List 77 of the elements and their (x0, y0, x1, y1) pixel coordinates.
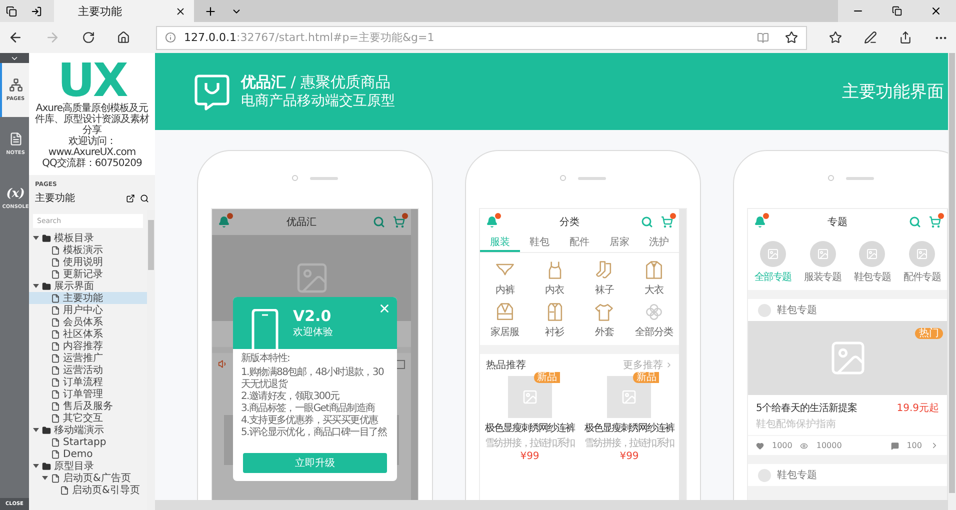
tree-item[interactable]: 更新记录 (29, 268, 147, 280)
page-title: 主要功能界面 (842, 81, 944, 103)
tree-item[interactable]: 使用说明 (29, 256, 147, 268)
feature-text: 2.邀请好友，领取300元 (241, 391, 340, 402)
product-desc: 雪纺拼接，拉链扣系扣 (485, 436, 574, 450)
qq-group-text: QQ交流群：60750209 (42, 158, 142, 169)
category-tab[interactable]: 配件 (560, 235, 600, 252)
feature-text: 4.支持更多优惠券，买买买更优惠 (241, 415, 379, 426)
topic-source: 鞋包专题 (777, 468, 817, 482)
tree-item[interactable]: 启动页&广告页 (29, 472, 147, 484)
tree-item[interactable]: 运营活动 (29, 364, 147, 376)
tree-item[interactable]: 订单流程 (29, 376, 147, 388)
category-label[interactable]: 内裤 (495, 283, 514, 297)
logo: UX (58, 57, 126, 103)
tree-item[interactable]: 运营推广 (29, 352, 147, 364)
new-badge: 新品 (633, 372, 660, 383)
current-page-title: 主要功能 (35, 192, 75, 205)
card-title: 5个给春天的生活新提案 (756, 402, 857, 415)
welcome-text: 欢迎体验 (293, 326, 333, 339)
tree-item[interactable]: 原型目录 (29, 460, 147, 472)
features-title: 新版本特性: (241, 353, 291, 365)
views-count: 10000 (816, 441, 842, 450)
tree-item[interactable]: 主要功能 (29, 292, 147, 304)
card-desc: 鞋包配饰保护指南 (756, 418, 837, 431)
tree-item[interactable]: 订单管理 (29, 388, 147, 400)
product-name: 极色显瘦刺绣网纱连裤 (584, 422, 674, 435)
card-price: 19.9元起 (896, 402, 939, 415)
address-field[interactable]: 127.0.0.1:32767/start.html#p=主要功能&g=1 (156, 26, 807, 50)
console-glyph: (x) (6, 186, 25, 200)
tree-item[interactable]: 模板目录 (29, 232, 147, 244)
version-title: V2.0 (293, 307, 332, 325)
category-label[interactable]: 衬衫 (545, 325, 564, 339)
new-badge: 新品 (534, 372, 560, 383)
tree-item[interactable]: 会员体系 (29, 316, 147, 328)
product-price: ¥99 (520, 451, 540, 462)
product-price: ¥99 (620, 451, 639, 462)
brand-title: 优品汇 / 惠聚优质商品 (241, 73, 392, 92)
browser-tab[interactable]: 主要功能 (54, 0, 194, 22)
product-name: 极色显瘦刺绣网纱连裤 (485, 422, 574, 435)
app-title: 分类 (558, 216, 580, 229)
section-title: 热品推荐 (486, 358, 526, 372)
category-label[interactable]: 外套 (594, 325, 614, 339)
category-label[interactable]: 大衣 (644, 283, 664, 297)
category-tab[interactable]: 居家 (599, 235, 640, 252)
category-tab[interactable]: 洗护 (639, 235, 679, 252)
tree-item[interactable]: 售后及服务 (29, 400, 147, 412)
topic-source: 鞋包专题 (777, 304, 817, 317)
tree-item[interactable]: 内容推荐 (29, 340, 147, 352)
category-label[interactable]: 袜子 (594, 283, 614, 297)
tree-item[interactable]: 移动端演示 (29, 424, 147, 436)
tree-item[interactable]: 社区体系 (29, 328, 147, 340)
tree-item[interactable]: Startapp (29, 436, 147, 448)
tree-item[interactable]: 启动页&引导页 (29, 484, 147, 496)
category-label[interactable]: 家居服 (490, 325, 520, 339)
feature-text: 1.购物满88包邮，48小时退款，30天无忧退货 (241, 367, 385, 390)
tree-item[interactable]: 用户中心 (29, 304, 147, 316)
hot-badge: 热门 (915, 328, 943, 339)
comments-count: 100 (906, 441, 922, 450)
brand-subtitle: 电商产品移动端交互原型 (241, 92, 395, 110)
category-label[interactable]: 全部分类 (635, 325, 674, 339)
topic-tab[interactable]: 服装专题 (804, 270, 842, 284)
topic-tab[interactable]: 配件专题 (904, 270, 941, 284)
feature-text: 3.商品标签，一眼Get商品制造商 (241, 403, 376, 414)
tree-item[interactable]: 其它交互 (29, 412, 147, 424)
app-title: 专题 (826, 216, 848, 229)
intro-text: Axure高质量原创模板及元件库、原型设计资源及素材分享 (34, 103, 150, 136)
feature-text: 5.评论显示优化，商品口碑一目了然 (241, 427, 388, 439)
category-label[interactable]: 内衣 (545, 283, 564, 297)
app-title: 优品汇 (286, 216, 318, 229)
website-text: 欢迎访问：www.AxureUX.com (47, 136, 137, 158)
tree-item[interactable]: 模板演示 (29, 244, 147, 256)
likes-count: 1000 (772, 441, 792, 450)
tree-item[interactable]: Demo (29, 448, 147, 460)
tree-item[interactable]: 展示界面 (29, 280, 147, 292)
category-tab[interactable]: 鞋包 (520, 235, 560, 252)
product-desc: 雪纺拼接，拉链扣系扣 (584, 436, 674, 450)
topic-tab[interactable]: 鞋包专题 (854, 270, 891, 284)
